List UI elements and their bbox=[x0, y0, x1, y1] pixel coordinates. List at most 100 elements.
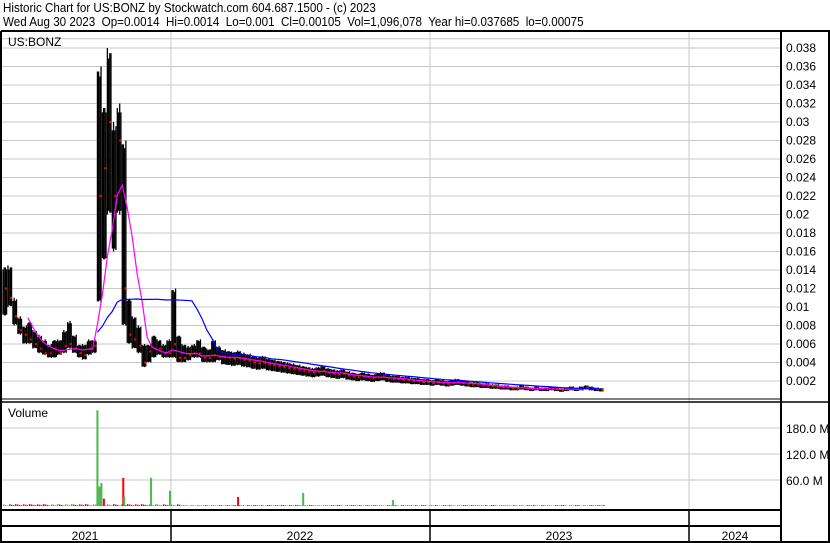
year-label: 2021 bbox=[72, 529, 99, 543]
volume-bar bbox=[69, 505, 71, 506]
volume-bar bbox=[557, 505, 559, 506]
volume-bar bbox=[27, 505, 29, 506]
volume-bar bbox=[211, 504, 213, 506]
volume-bar bbox=[89, 504, 91, 506]
volume-bar bbox=[299, 505, 301, 506]
volume-bar bbox=[339, 505, 341, 506]
volume-bar bbox=[537, 505, 539, 506]
close-tick bbox=[268, 363, 271, 366]
volume-bar bbox=[277, 505, 279, 506]
close-tick bbox=[173, 343, 176, 345]
volume-bar bbox=[467, 505, 469, 506]
volume-bar bbox=[159, 504, 161, 506]
close-tick bbox=[303, 369, 306, 372]
volume-bar bbox=[435, 504, 437, 506]
volume-bar bbox=[73, 504, 75, 506]
volume-bar bbox=[11, 504, 13, 506]
volume-bar bbox=[499, 505, 501, 506]
volume-bar bbox=[379, 504, 381, 506]
volume-bar bbox=[457, 505, 459, 506]
volume-bar bbox=[355, 505, 357, 506]
volume-bar bbox=[585, 505, 587, 506]
volume-bar bbox=[95, 504, 97, 506]
volume-bar bbox=[229, 505, 231, 506]
volume-bar bbox=[43, 504, 45, 506]
volume-bar bbox=[249, 505, 251, 506]
volume-bar bbox=[319, 505, 321, 506]
volume-bars bbox=[3, 410, 605, 506]
price-tick-label: 0.034 bbox=[786, 78, 816, 92]
volume-bar bbox=[421, 504, 423, 506]
volume-bar bbox=[381, 505, 383, 506]
volume-bar bbox=[137, 504, 139, 506]
close-tick bbox=[19, 329, 22, 332]
volume-bar bbox=[445, 505, 447, 506]
volume-bar bbox=[281, 504, 283, 506]
volume-tick-label: 60.0 M bbox=[786, 474, 823, 488]
price-tick-label: 0.026 bbox=[786, 152, 816, 166]
volume-bar bbox=[369, 505, 371, 506]
price-tick-label: 0.004 bbox=[786, 356, 816, 370]
volume-bar bbox=[71, 504, 73, 506]
volume-spike-bar bbox=[302, 493, 305, 506]
volume-bar bbox=[471, 505, 473, 506]
volume-bar bbox=[309, 504, 311, 506]
volume-bar bbox=[219, 505, 221, 506]
volume-bar bbox=[5, 504, 7, 506]
volume-bar bbox=[361, 505, 363, 506]
volume-spike-bar bbox=[96, 410, 99, 506]
price-tick-label: 0.022 bbox=[786, 189, 816, 203]
close-tick bbox=[64, 344, 67, 347]
volume-spike-bar bbox=[392, 499, 395, 506]
close-tick bbox=[9, 296, 12, 299]
volume-bar bbox=[549, 505, 551, 506]
close-tick bbox=[124, 287, 127, 290]
close-tick bbox=[144, 361, 147, 364]
volume-bar bbox=[291, 505, 293, 506]
volume-bar bbox=[175, 505, 177, 506]
close-tick bbox=[198, 352, 201, 355]
volume-bar bbox=[135, 504, 137, 506]
volume-bar bbox=[191, 505, 193, 506]
volume-bar bbox=[541, 505, 543, 506]
volume-bar bbox=[583, 505, 585, 506]
close-tick bbox=[149, 350, 152, 353]
volume-bar bbox=[193, 505, 195, 506]
volume-bar bbox=[247, 505, 249, 506]
volume-bar bbox=[141, 504, 143, 506]
volume-bar bbox=[367, 505, 369, 506]
axis-labels: 0.002 0.004 0.006 0.008 0.01 0.012 0.014 0.016 0… bbox=[72, 41, 830, 543]
close-tick bbox=[208, 356, 211, 359]
volume-bar bbox=[397, 505, 399, 506]
volume-bar bbox=[365, 504, 367, 506]
volume-bar bbox=[487, 505, 489, 506]
volume-bar bbox=[593, 505, 595, 506]
price-bars bbox=[2, 48, 604, 392]
volume-bar bbox=[317, 505, 319, 506]
volume-bar bbox=[37, 504, 39, 506]
close-tick bbox=[298, 368, 301, 371]
volume-bar bbox=[477, 504, 479, 506]
volume-bar bbox=[589, 504, 591, 506]
volume-bar bbox=[411, 505, 413, 506]
volume-bar bbox=[327, 505, 329, 506]
price-tick-label: 0.036 bbox=[786, 60, 816, 74]
volume-spike-bar bbox=[237, 496, 240, 506]
close-tick bbox=[59, 352, 62, 355]
close-tick bbox=[159, 347, 162, 350]
volume-bar bbox=[323, 504, 325, 506]
volume-bar bbox=[485, 505, 487, 506]
volume-bar bbox=[533, 504, 535, 506]
volume-bar bbox=[295, 504, 297, 506]
volume-bar bbox=[341, 505, 343, 506]
price-tick-label: 0.024 bbox=[786, 171, 816, 185]
year-label: 2024 bbox=[722, 529, 749, 543]
price-tick-label: 0.01 bbox=[786, 300, 810, 314]
close-tick bbox=[84, 354, 87, 357]
volume-bar bbox=[407, 504, 409, 506]
volume-bar bbox=[479, 505, 481, 506]
volume-bar bbox=[465, 505, 467, 506]
volume-bar bbox=[199, 505, 201, 506]
volume-bar bbox=[513, 505, 515, 506]
volume-bar bbox=[383, 505, 385, 506]
